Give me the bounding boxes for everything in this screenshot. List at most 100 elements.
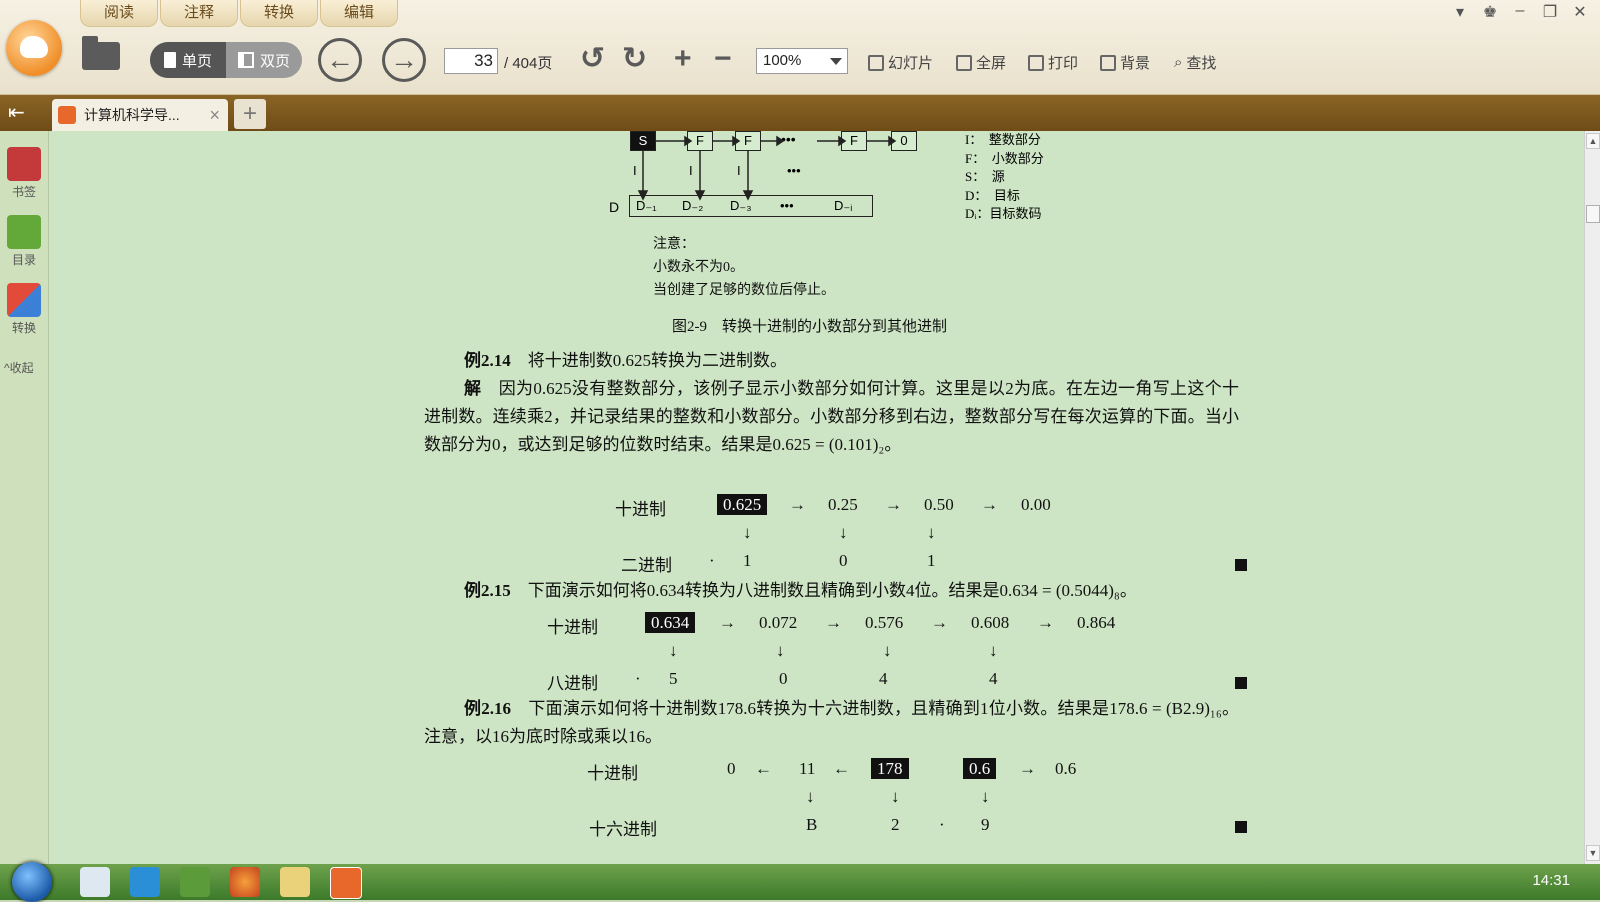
chevron-down-icon xyxy=(830,58,842,65)
pdf-reader-taskbar-icon[interactable] xyxy=(330,867,362,899)
calc-down-arrow: ↓ xyxy=(839,523,848,542)
calc-down-arrow: ↓ xyxy=(883,641,892,660)
diagram-target-digit: D₋₁ xyxy=(636,198,657,213)
title-toolbar: 阅读 注释 转换 编辑 ▾ ♚ – ❐ ✕ 单页 双页 ← → 33 / 404… xyxy=(0,0,1600,95)
slideshow-button[interactable]: 幻灯片 xyxy=(868,52,933,73)
end-of-example-mark xyxy=(1235,821,1247,833)
tab-annotate[interactable]: 注释 xyxy=(160,0,238,27)
zoom-out-icon[interactable]: − xyxy=(714,44,732,74)
zoom-select[interactable]: 100% xyxy=(756,48,848,74)
find-button[interactable]: ⌕ 查找 xyxy=(1174,52,1216,73)
os-taskbar: 14:31 xyxy=(0,862,1600,902)
calc-digit: 0 xyxy=(779,669,788,688)
calc-value: 0.072 xyxy=(759,613,798,632)
restore-icon[interactable]: ❐ xyxy=(1540,2,1560,22)
close-icon[interactable]: ✕ xyxy=(1570,2,1590,22)
calc-row-label: 二进制 xyxy=(621,556,672,575)
diagram-target-digit: D₋₂ xyxy=(682,198,704,213)
calc-down-arrow: ↓ xyxy=(669,641,678,660)
calc-value: 0 xyxy=(727,759,736,778)
calc-row-label: 八进制 xyxy=(547,674,598,693)
calc-arrow: ← xyxy=(755,759,772,778)
bookmark-icon xyxy=(7,147,41,181)
sidebar-collapse[interactable]: ^收起 xyxy=(4,359,34,376)
print-button[interactable]: 打印 xyxy=(1028,52,1078,73)
skin-icon[interactable]: ♚ xyxy=(1480,2,1500,22)
search-icon: ⌕ xyxy=(1174,54,1183,71)
calc-down-arrow: ↓ xyxy=(989,641,998,660)
diagram-arrow-label: ••• xyxy=(787,163,801,178)
calc-down-arrow: ↓ xyxy=(927,523,936,542)
add-tab-button[interactable]: + xyxy=(234,99,266,129)
calc-digit: 1 xyxy=(743,551,752,570)
background-icon xyxy=(1100,54,1116,71)
printer-icon xyxy=(1028,54,1044,71)
vertical-scrollbar[interactable]: ▲ ▼ xyxy=(1584,131,1600,864)
sidebar-item-toc[interactable]: 目录 xyxy=(4,215,44,268)
app-logo-icon xyxy=(20,36,48,58)
document-viewer: S F F ••• F 0 I I I ••• D D₋₁ D₋₂ D₋₃ ••… xyxy=(49,131,1584,864)
diagram-arrow-label: I xyxy=(737,163,741,178)
single-page-button[interactable]: 单页 xyxy=(150,42,226,78)
firefox-icon[interactable] xyxy=(230,867,260,897)
collapse-panel-icon[interactable]: ⇤ xyxy=(8,101,34,125)
calc-digit: 4 xyxy=(879,669,888,688)
zoom-in-icon[interactable]: + xyxy=(674,44,692,74)
calc-arrow: → xyxy=(825,613,842,632)
calc-value: 0.00 xyxy=(1021,495,1051,514)
calc-arrow: → xyxy=(1037,613,1054,632)
app-icon[interactable] xyxy=(180,867,210,897)
open-folder-icon[interactable] xyxy=(82,36,120,70)
diagram-legend: I： 整数部分 F： 小数部分 S： 源 D： 目标 Dᵢ：目标数码 xyxy=(965,132,1044,221)
calc-arrow: → xyxy=(931,613,948,632)
calc-down-arrow: ↓ xyxy=(776,641,785,660)
explorer-icon[interactable] xyxy=(80,867,110,897)
prev-page-button[interactable]: ← xyxy=(318,38,362,82)
start-button[interactable] xyxy=(12,862,52,902)
double-page-button[interactable]: 双页 xyxy=(226,42,302,78)
end-of-example-mark xyxy=(1235,559,1247,571)
clock[interactable]: 14:31 xyxy=(1532,872,1570,889)
next-page-button[interactable]: → xyxy=(382,38,426,82)
double-page-icon xyxy=(237,52,254,68)
menu-icon[interactable]: ▾ xyxy=(1450,2,1470,22)
tab-edit[interactable]: 编辑 xyxy=(320,0,398,27)
file-manager-icon[interactable] xyxy=(280,867,310,897)
scrollbar-thumb[interactable] xyxy=(1586,205,1600,223)
document-tab-bar: ⇤ 计算机科学导... × + xyxy=(0,95,1600,131)
calc-digit: 9 xyxy=(981,815,990,834)
calc-value-boxed: 0.634 xyxy=(645,612,696,633)
fullscreen-button[interactable]: 全屏 xyxy=(956,52,1006,73)
calc-arrow: → xyxy=(719,613,736,632)
document-tab-title: 计算机科学导... xyxy=(84,107,180,123)
menu-tabs: 阅读 注释 转换 编辑 xyxy=(80,0,400,27)
diagram-target-digit: D₋ᵢ xyxy=(834,198,853,213)
diagram-row-label: D xyxy=(609,199,620,215)
diagram-target-digit: ••• xyxy=(780,198,794,213)
calc-dot: · xyxy=(635,669,641,688)
minimize-icon[interactable]: – xyxy=(1510,2,1530,22)
rotate-left-icon[interactable]: ↺ xyxy=(580,44,605,74)
scroll-up-icon[interactable]: ▲ xyxy=(1586,133,1600,149)
calc-down-arrow: ↓ xyxy=(743,523,752,542)
sidebar-item-convert[interactable]: 转换 xyxy=(4,283,44,336)
calc-digit: 2 xyxy=(891,815,900,834)
scroll-down-icon[interactable]: ▼ xyxy=(1586,845,1600,861)
document-tab[interactable]: 计算机科学导... × xyxy=(52,99,228,131)
app-logo[interactable] xyxy=(6,20,62,76)
calc-value: 0.864 xyxy=(1077,613,1116,632)
qq-icon[interactable] xyxy=(130,867,160,897)
calc-row-label: 十进制 xyxy=(547,618,598,637)
page-number-input[interactable]: 33 xyxy=(444,48,498,74)
calc-row-label: 十进制 xyxy=(587,764,638,783)
figure-caption: 图2-9 转换十进制的小数部分到其他进制 xyxy=(672,319,947,335)
close-tab-icon[interactable]: × xyxy=(209,105,220,126)
arrow-left-icon: ← xyxy=(326,44,354,75)
background-button[interactable]: 背景 xyxy=(1100,52,1150,73)
sidebar-item-bookmarks[interactable]: 书签 xyxy=(4,147,44,200)
tab-read[interactable]: 阅读 xyxy=(80,0,158,27)
rotate-right-icon[interactable]: ↻ xyxy=(622,44,647,74)
calc-value: 11 xyxy=(799,759,816,778)
tab-convert[interactable]: 转换 xyxy=(240,0,318,27)
arrow-right-icon: → xyxy=(390,44,418,75)
